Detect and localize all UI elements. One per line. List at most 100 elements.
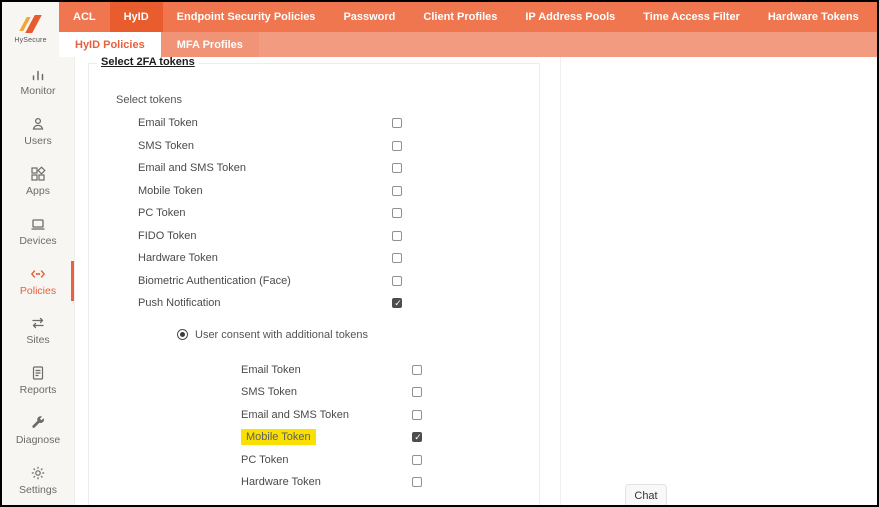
nav-item-hyid[interactable]: HyID <box>110 2 163 32</box>
wrench-icon <box>30 415 46 431</box>
token-label: Push Notification <box>138 297 392 309</box>
main-nav: ACL HyID Endpoint Security Policies Pass… <box>59 2 877 32</box>
code-brackets-icon <box>30 266 46 282</box>
checkbox-email-token[interactable] <box>392 118 402 128</box>
sidebar-item-settings[interactable]: Settings <box>2 455 74 505</box>
sidebar: Monitor Users Apps Devices Policies Site… <box>2 57 75 505</box>
token-label: SMS Token <box>138 140 392 152</box>
sub-nav: HyID Policies MFA Profiles <box>59 32 877 57</box>
sidebar-item-apps[interactable]: Apps <box>2 157 74 207</box>
user-consent-radio[interactable] <box>177 329 188 340</box>
checkbox-hardware-token[interactable] <box>412 477 422 487</box>
token-label: Biometric Authentication (Face) <box>138 275 392 287</box>
additional-token-list: Email Token SMS Token Email and SMS Toke… <box>89 359 539 494</box>
token-label: Hardware Token <box>138 252 392 264</box>
content-divider <box>560 57 561 505</box>
checkbox-hardware-token[interactable] <box>392 253 402 263</box>
checkbox-email-and-sms-token[interactable] <box>392 163 402 173</box>
checkbox-sms-token[interactable] <box>392 141 402 151</box>
token-label: Email and SMS Token <box>241 409 412 421</box>
token-row-mobile-token: Mobile Token <box>89 426 539 449</box>
nav-item-endpoint-security-policies[interactable]: Endpoint Security Policies <box>163 2 330 32</box>
token-row-email-and-sms-token: Email and SMS Token <box>89 404 539 427</box>
checkbox-email-token[interactable] <box>412 365 422 375</box>
token-row-email-and-sms-token: Email and SMS Token <box>89 157 539 180</box>
main-content: Select 2FA tokens Select tokens Email To… <box>76 57 877 505</box>
swap-arrows-icon <box>30 315 46 331</box>
checkbox-pc-token[interactable] <box>412 455 422 465</box>
person-icon <box>30 116 46 132</box>
token-label: Mobile Token <box>241 431 412 443</box>
bar-chart-icon <box>30 66 46 82</box>
token-label: FIDO Token <box>138 230 392 242</box>
sidebar-item-diagnose[interactable]: Diagnose <box>2 405 74 455</box>
sidebar-item-label: Users <box>24 135 51 147</box>
checkbox-mobile-token[interactable] <box>392 186 402 196</box>
token-row-fido-token: FIDO Token <box>89 225 539 248</box>
document-icon <box>30 365 46 381</box>
chat-button[interactable]: Chat <box>625 484 667 507</box>
token-row-email-token: Email Token <box>89 359 539 382</box>
nav-item-password[interactable]: Password <box>329 2 409 32</box>
sidebar-item-sites[interactable]: Sites <box>2 306 74 356</box>
token-label: Hardware Token <box>241 476 412 488</box>
token-row-email-token: Email Token <box>89 112 539 135</box>
token-row-hardware-token: Hardware Token <box>89 247 539 270</box>
nav-item-appwhitelisting-rules[interactable]: Appwhitelisting Rules <box>873 2 879 32</box>
subnav-tab-label: MFA Profiles <box>177 39 243 51</box>
subnav-tab-hyid-policies[interactable]: HyID Policies <box>59 32 161 57</box>
sidebar-item-monitor[interactable]: Monitor <box>2 57 74 107</box>
checkbox-email-and-sms-token[interactable] <box>412 410 422 420</box>
sidebar-item-label: Diagnose <box>16 434 60 446</box>
nav-item-label: Endpoint Security Policies <box>177 11 316 23</box>
checkbox-biometric-authentication-face[interactable] <box>392 276 402 286</box>
token-row-pc-token: PC Token <box>89 449 539 472</box>
checkbox-push-notification[interactable] <box>392 298 402 308</box>
sidebar-item-users[interactable]: Users <box>2 107 74 157</box>
user-consent-option: User consent with additional tokens <box>89 325 539 345</box>
token-label: Email and SMS Token <box>138 162 392 174</box>
nav-item-label: HyID <box>124 11 149 23</box>
nav-item-acl[interactable]: ACL <box>59 2 110 32</box>
select-tokens-label: Select tokens <box>116 94 539 106</box>
nav-item-hardware-tokens[interactable]: Hardware Tokens <box>754 2 873 32</box>
token-label: Email Token <box>241 364 412 376</box>
checkbox-mobile-token[interactable] <box>412 432 422 442</box>
fieldset-legend: Select 2FA tokens <box>97 56 199 68</box>
token-row-mobile-token: Mobile Token <box>89 180 539 203</box>
sidebar-item-label: Reports <box>20 384 57 396</box>
nav-item-ip-address-pools[interactable]: IP Address Pools <box>511 2 629 32</box>
sidebar-item-policies[interactable]: Policies <box>2 256 74 306</box>
token-label: Mobile Token <box>138 185 392 197</box>
nav-item-label: Client Profiles <box>423 11 497 23</box>
select-2fa-tokens-fieldset: Select 2FA tokens Select tokens Email To… <box>88 63 540 506</box>
sidebar-item-devices[interactable]: Devices <box>2 206 74 256</box>
token-row-pc-token: PC Token <box>89 202 539 225</box>
token-label: Email Token <box>138 117 392 129</box>
token-row-hardware-token: Hardware Token <box>89 471 539 494</box>
checkbox-pc-token[interactable] <box>392 208 402 218</box>
nav-item-label: ACL <box>73 11 96 23</box>
nav-item-label: IP Address Pools <box>525 11 615 23</box>
brand-name: HySecure <box>14 37 46 44</box>
nav-item-label: Hardware Tokens <box>768 11 859 23</box>
sidebar-item-label: Apps <box>26 185 50 197</box>
checkbox-fido-token[interactable] <box>392 231 402 241</box>
token-label: SMS Token <box>241 386 412 398</box>
user-consent-label: User consent with additional tokens <box>195 329 368 341</box>
sidebar-item-label: Devices <box>19 235 56 247</box>
sidebar-item-label: Monitor <box>20 85 55 97</box>
nav-item-label: Password <box>343 11 395 23</box>
gear-icon <box>30 465 46 481</box>
nav-item-time-access-filter[interactable]: Time Access Filter <box>629 2 754 32</box>
hysecure-logo-icon <box>20 15 42 35</box>
sidebar-item-label: Policies <box>20 285 56 297</box>
token-row-sms-token: SMS Token <box>89 135 539 158</box>
sidebar-item-reports[interactable]: Reports <box>2 356 74 406</box>
token-row-sms-token: SMS Token <box>89 381 539 404</box>
token-row-push-notification: Push Notification <box>89 292 539 315</box>
subnav-tab-mfa-profiles[interactable]: MFA Profiles <box>161 32 259 57</box>
nav-item-client-profiles[interactable]: Client Profiles <box>409 2 511 32</box>
checkbox-sms-token[interactable] <box>412 387 422 397</box>
brand-logo: HySecure <box>2 2 59 57</box>
